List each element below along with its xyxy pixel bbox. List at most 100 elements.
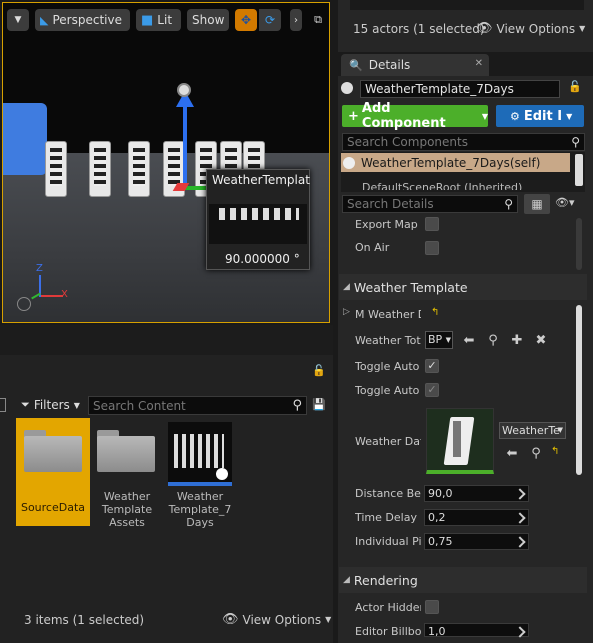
asset-tile-sourcedata[interactable]: SourceData (16, 418, 90, 526)
chevron-down-icon: ▼ (73, 400, 80, 410)
m-weather-label: M Weather D (355, 308, 421, 321)
component-tree-scrollbar[interactable] (575, 154, 583, 186)
actor-hidden-label: Actor Hidden (355, 601, 421, 614)
content-view-options[interactable]: 👁 View Options ▼ (222, 612, 331, 627)
viewport-menu-button[interactable]: ▼ (7, 9, 29, 31)
component-root-label: DefaultSceneRoot (Inherited) (362, 181, 523, 190)
reset-to-default-icon[interactable]: ↰ (431, 307, 439, 318)
blueprint-thumbnail (168, 422, 232, 486)
weather-tote-class-picker[interactable]: BP ▼ (425, 331, 453, 349)
tab-details[interactable]: 🔍 Details ✕ (341, 54, 489, 76)
component-self-label: WeatherTemplate_7Days(self) (361, 155, 541, 170)
actor-name-field[interactable]: WeatherTemplate_7Days (360, 80, 560, 98)
tooltip-thumbnail (209, 204, 307, 244)
edit-blueprint-button[interactable]: ⚙ Edit I ▼ (496, 105, 584, 127)
clear-x-icon[interactable]: ✖ (533, 332, 549, 348)
details-icon: 🔍 (349, 58, 363, 72)
details-view-options[interactable]: 👁▾ (555, 196, 585, 212)
weather-pillar[interactable] (45, 141, 67, 197)
add-component-button[interactable]: + Add Component ▼ (342, 101, 488, 131)
component-self-icon (343, 156, 355, 169)
gears-icon: ⚙ (510, 109, 520, 123)
filter-icon: ⏷ (21, 398, 30, 411)
filters-button[interactable]: ⏷ Filters ▼ (21, 396, 81, 414)
show-button[interactable]: Show (187, 9, 229, 31)
outliner-view-options[interactable]: 👁 View Options ▼ (476, 21, 585, 36)
transform-gizmo-pivot[interactable] (177, 83, 191, 97)
toggle-auto-1-checkbox[interactable]: ✓ (425, 359, 439, 373)
tooltip-title: WeatherTemplate (212, 173, 310, 187)
actor-hidden-checkbox[interactable] (425, 600, 439, 614)
move-icon: ✥ (240, 13, 252, 27)
axis-indicator: Z X (31, 263, 71, 305)
details-scrollbar[interactable] (576, 218, 582, 270)
weather-data-thumbnail[interactable] (426, 408, 494, 474)
lit-button[interactable]: ■ Lit (136, 9, 181, 31)
toggle-auto-2-checkbox[interactable]: ✓ (425, 383, 439, 397)
section-weather-template[interactable]: ◢ Weather Template (339, 274, 587, 300)
folder-icon (97, 430, 155, 472)
maximize-viewport-button[interactable]: ⧉ (309, 9, 327, 31)
chevron-down-icon: ▼ (566, 111, 573, 121)
weather-pillar[interactable] (128, 141, 150, 197)
eye-icon: 👁 (222, 612, 239, 627)
world-outliner-footer: 15 actors (1 selected) 👁 View Options ▼ (338, 0, 593, 52)
plus-icon: + (348, 108, 359, 124)
level-viewport[interactable]: ▼ ◣ Perspective ■ Lit Show ✥ ⟳ › ⧉ Weath… (2, 2, 330, 323)
lock-icon[interactable]: 🔓 (568, 80, 582, 96)
filters-label: Filters (33, 398, 70, 412)
content-lock-icon[interactable]: 🔓 (312, 364, 326, 377)
component-root-row[interactable]: DefaultSceneRoot (Inherited) (362, 178, 562, 190)
section-rendering[interactable]: ◢ Rendering (339, 567, 587, 593)
search-content-input[interactable]: Search Content ⚲ (88, 396, 307, 415)
search-details-input[interactable]: Search Details ⚲ (342, 195, 518, 213)
view-options-label: View Options (496, 21, 576, 36)
asset-label: Weather Template_7 Days (168, 490, 232, 529)
realtime-icon[interactable] (17, 297, 31, 311)
component-self-row[interactable]: WeatherTemplate_7Days(self) (341, 153, 570, 172)
distance-between-field[interactable]: 90,0 (424, 485, 529, 502)
browse-search-icon[interactable]: ⚲ (485, 332, 501, 348)
weather-tote-label: Weather Tote (355, 334, 421, 347)
tooltip-value: 90.000000 ° (225, 252, 300, 266)
individual-pil-field[interactable]: 0,75 (424, 533, 529, 550)
chevron-down-icon: ▼ (14, 15, 22, 25)
time-delay-field[interactable]: 0,2 (424, 509, 529, 526)
close-tab-icon[interactable]: ✕ (475, 58, 483, 69)
rotation-tooltip: WeatherTemplate 90.000000 ° (206, 169, 310, 270)
weather-data-asset-picker[interactable]: WeatherTe ▼ (499, 422, 566, 439)
search-icon: ⚲ (504, 197, 513, 211)
weather-data-label: Weather Data (355, 435, 421, 448)
asset-tile-weather-template-assets[interactable]: Weather Template Assets (93, 418, 161, 530)
expand-triangle-icon: ◢ (343, 575, 350, 585)
search-content-placeholder: Search Content (93, 398, 186, 413)
more-tools-button[interactable]: › (290, 9, 302, 31)
add-plus-icon[interactable]: ✚ (509, 332, 525, 348)
property-matrix-button[interactable]: ▦ (524, 194, 550, 214)
edit-blueprint-label: Edit I (523, 108, 563, 124)
weather-pillar[interactable] (89, 141, 111, 197)
toggle-auto-2-label: Toggle Auto U (355, 384, 421, 397)
sources-collapse-button[interactable] (0, 398, 6, 412)
chevron-down-icon: ▼ (557, 426, 563, 434)
save-icon[interactable]: 💾 (312, 398, 326, 411)
browse-search-icon[interactable]: ⚲ (528, 445, 544, 461)
reset-to-default-icon[interactable]: ↰ (551, 446, 559, 457)
section-weather-template-label: Weather Template (353, 279, 468, 295)
search-components-input[interactable]: Search Components ⚲ (342, 133, 585, 151)
outliner-status: 15 actors (1 selected) (353, 22, 485, 36)
editor-billboard-field[interactable]: 1,0 (424, 623, 529, 638)
asset-tile-weather-template-7days[interactable]: Weather Template_7 Days (166, 418, 234, 530)
transform-gizmo-z-axis[interactable] (183, 98, 187, 190)
individual-pil-label: Individual Pil (355, 535, 421, 548)
export-map-checkbox[interactable] (425, 217, 439, 231)
use-selected-arrow-icon[interactable]: ⬅ (504, 445, 520, 461)
details-scrollbar-lower[interactable] (576, 305, 582, 475)
perspective-button[interactable]: ◣ Perspective (35, 9, 130, 31)
translate-mode-button[interactable]: ✥ (235, 9, 257, 31)
on-air-checkbox[interactable] (425, 241, 439, 255)
export-map-label: Export Map N (355, 218, 421, 231)
collapse-arrow-icon[interactable]: ▷ (343, 307, 350, 317)
rotate-mode-button[interactable]: ⟳ (259, 9, 281, 31)
use-selected-arrow-icon[interactable]: ⬅ (461, 332, 477, 348)
